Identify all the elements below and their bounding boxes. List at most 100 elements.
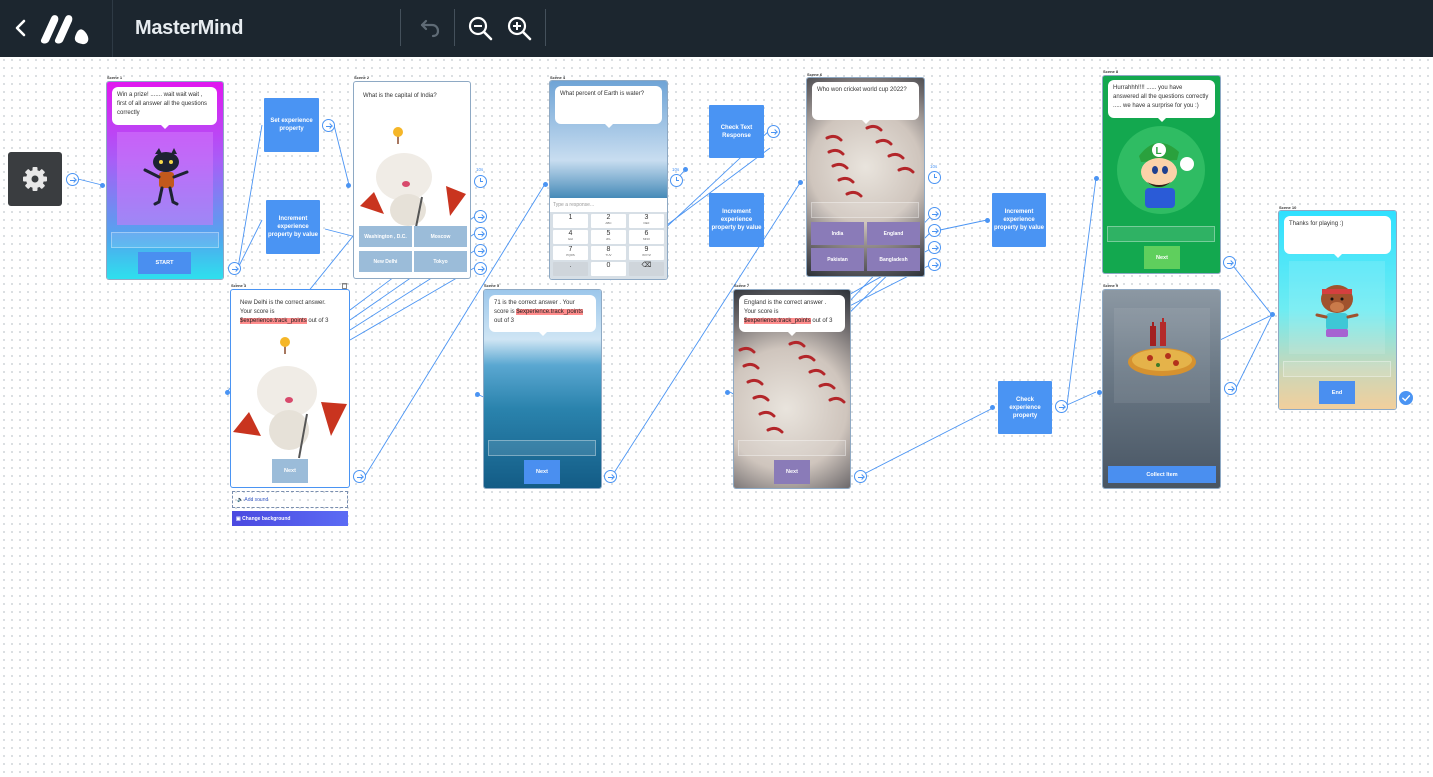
settings-button[interactable] — [8, 152, 62, 206]
connector-dot — [1097, 390, 1102, 395]
scene-8-card[interactable]: Hurrahhh!!!! ...... you have answered al… — [1103, 76, 1220, 273]
answer-option-1[interactable]: India — [811, 222, 864, 245]
timer-label: 10s — [476, 167, 484, 172]
start-connector[interactable] — [66, 173, 79, 186]
option-2-connector[interactable] — [928, 224, 941, 237]
keypad-key-letters: WXYZ — [642, 253, 651, 257]
response-input[interactable]: Type a response... — [550, 198, 667, 212]
timer-icon[interactable] — [670, 174, 683, 187]
scene-3-exit-connector[interactable] — [353, 470, 366, 483]
speaker-icon: 🔈 — [237, 497, 244, 503]
keypad-key[interactable]: 9 WXYZ — [629, 246, 664, 260]
option-3-connector[interactable] — [928, 241, 941, 254]
keypad-key[interactable]: 2 ABC — [591, 214, 626, 228]
start-button[interactable]: START — [138, 252, 191, 274]
keypad-key[interactable]: 4 GHI — [553, 230, 588, 244]
next-button[interactable]: Next — [272, 459, 308, 483]
scene-8-image-circle: L — [1117, 126, 1205, 214]
luigi-character-icon: L — [1139, 142, 1194, 208]
scene-label: Scene 10 — [1279, 205, 1297, 210]
scene-4-card[interactable]: What percent of Earth is water? Type a r… — [550, 81, 667, 279]
increment-property-block[interactable]: Increment experience property by value — [709, 193, 764, 247]
keypad-key-number: 0 — [606, 262, 611, 269]
next-button[interactable]: Next — [1144, 246, 1180, 269]
scene-1-exit-connector[interactable] — [228, 262, 241, 275]
keypad-key[interactable]: ⌫ — [629, 262, 664, 276]
option-1-connector[interactable] — [928, 207, 941, 220]
check-experience-property-block[interactable]: Check experience property — [998, 381, 1052, 434]
keypad-key[interactable]: 0 — [591, 262, 626, 276]
collect-item-button[interactable]: Collect Item — [1108, 466, 1216, 483]
scene-3-text: New Delhi is the correct answer. Your sc… — [235, 295, 343, 332]
trash-icon[interactable] — [341, 282, 348, 289]
next-button[interactable]: Next — [524, 460, 560, 484]
scene-5-text: 71 is the correct answer . Your score is… — [489, 295, 596, 336]
scene-label: Scene 7 — [734, 283, 750, 288]
answer-option-2[interactable]: England — [867, 222, 920, 245]
increment-property-block[interactable]: Increment experience property by value — [992, 193, 1046, 247]
block-connector[interactable] — [1055, 400, 1068, 413]
scene-2-question: What is the capital of India? — [358, 87, 466, 107]
option-2-connector[interactable] — [474, 227, 487, 240]
keypad-key[interactable]: 3 DEF — [629, 214, 664, 228]
scene-7-card[interactable]: England is the correct answer . Your sco… — [734, 290, 850, 488]
scene-8-placeholder-field — [1107, 226, 1215, 242]
answer-option-4[interactable]: Tokyo — [414, 251, 467, 272]
block-connector[interactable] — [322, 119, 335, 132]
keypad-key[interactable]: . — [553, 262, 588, 276]
scene-7-exit-connector[interactable] — [854, 470, 867, 483]
scene-2-card[interactable]: What is the capital of India? Washington… — [354, 82, 470, 278]
answer-option-2[interactable]: Moscow — [414, 226, 467, 247]
answer-option-3[interactable]: Pakistan — [811, 248, 864, 271]
scene-5-card[interactable]: 71 is the correct answer . Your score is… — [484, 290, 601, 488]
scene-5-exit-connector[interactable] — [604, 470, 617, 483]
scene-3-card[interactable]: New Delhi is the correct answer. Your sc… — [231, 290, 349, 487]
set-experience-property-block[interactable]: Set experience property — [264, 98, 319, 152]
scene-label: Scene 5 — [484, 283, 500, 288]
option-4-connector[interactable] — [474, 262, 487, 275]
option-3-connector[interactable] — [474, 244, 487, 257]
end-button[interactable]: End — [1319, 381, 1355, 404]
scene-9-image-area — [1114, 308, 1210, 403]
add-sound-button[interactable]: 🔈 Add sound — [232, 491, 348, 508]
scene-label: Scene 9 — [1103, 283, 1119, 288]
dog-character-icon — [1315, 285, 1359, 337]
keypad-key[interactable]: 7 PQRS — [553, 246, 588, 260]
check-text-response-block[interactable]: Check Text Response — [709, 105, 764, 158]
scene-label: Scene 3 — [231, 283, 247, 288]
scene-9-exit-connector[interactable] — [1224, 382, 1237, 395]
image-icon: ▣ — [236, 516, 241, 522]
scene-10-card[interactable]: Thanks for playing :) End — [1279, 211, 1396, 409]
answer-option-1[interactable]: Washington , D.C. — [359, 226, 412, 247]
timer-icon[interactable] — [474, 175, 487, 188]
keypad-key[interactable]: 1 — [553, 214, 588, 228]
next-button[interactable]: Next — [774, 460, 810, 484]
connector-dot — [225, 390, 230, 395]
scene-7-variable: $experience.track_points — [744, 318, 811, 324]
change-background-button[interactable]: ▣ Change background — [232, 511, 348, 526]
keypad-key[interactable]: 5 JKL — [591, 230, 626, 244]
keypad-key[interactable]: 8 TUV — [591, 246, 626, 260]
answer-option-3[interactable]: New Delhi — [359, 251, 412, 272]
scene-9-card[interactable]: Collect Item — [1103, 290, 1220, 488]
block-connector[interactable] — [767, 125, 780, 138]
scene-3-variable: $experience.track_points — [240, 318, 307, 324]
increment-property-block[interactable]: Increment experience property by value — [266, 200, 320, 254]
connector-dot — [100, 183, 105, 188]
scene-1-card[interactable]: Win a prize! ....... wait wait wait , fi… — [107, 82, 223, 279]
scene-5-variable: $experience.track_points — [516, 309, 584, 315]
svg-text:L: L — [1156, 146, 1162, 157]
option-1-connector[interactable] — [474, 210, 487, 223]
scene-8-exit-connector[interactable] — [1223, 256, 1236, 269]
scene-6-card[interactable]: Who won cricket world cup 2022? India En… — [807, 78, 924, 276]
keypad-key[interactable]: 6 MNO — [629, 230, 664, 244]
moogle-character-icon — [360, 127, 466, 228]
connector-dot — [1270, 312, 1275, 317]
option-4-connector[interactable] — [928, 258, 941, 271]
scene-8-text: Hurrahhh!!!! ...... you have answered al… — [1108, 80, 1215, 122]
answer-option-4[interactable]: Bangladesh — [867, 248, 920, 271]
pizza-icon — [1128, 318, 1196, 376]
timer-icon[interactable] — [928, 171, 941, 184]
scene-1-text: Win a prize! ....... wait wait wait , fi… — [112, 87, 217, 129]
end-check-icon[interactable] — [1399, 391, 1413, 405]
